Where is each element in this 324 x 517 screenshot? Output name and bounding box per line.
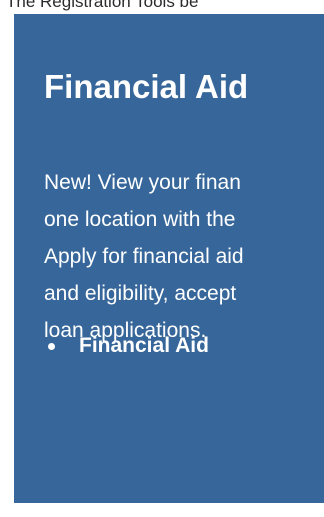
bullet-icon (48, 342, 55, 350)
financial-aid-panel: Financial Aid New! View your finan one l… (14, 14, 324, 503)
description-line-4: and eligibility, accept (44, 282, 237, 305)
panel-link-list: Financial Aid (44, 334, 209, 358)
financial-aid-link[interactable]: Financial Aid (79, 334, 209, 358)
description-line-2: one location with the (44, 208, 236, 231)
list-item: Financial Aid (44, 334, 209, 358)
panel-title: Financial Aid (44, 68, 249, 105)
description-line-3: Apply for financial aid (44, 245, 244, 268)
panel-description: New! View your finan one location with t… (44, 164, 324, 349)
top-partial-text: The Registration Tools be (6, 0, 199, 11)
description-line-1: New! View your finan (44, 171, 241, 194)
